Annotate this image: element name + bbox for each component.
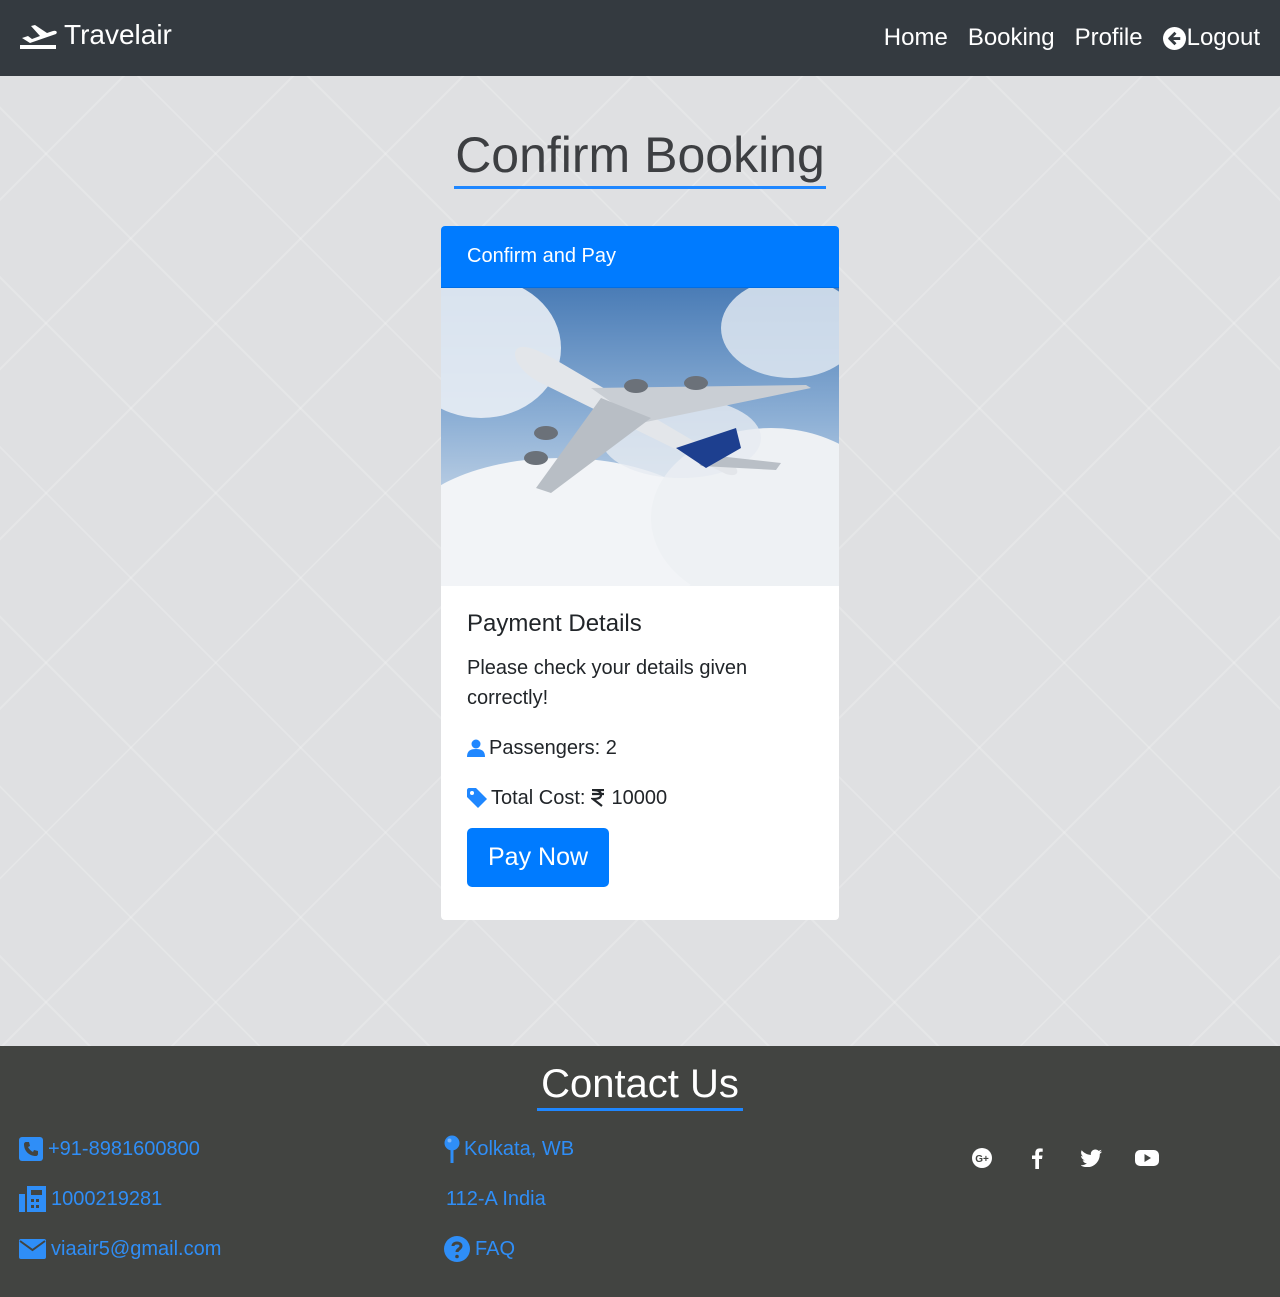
- twitter-icon[interactable]: [1078, 1146, 1106, 1170]
- google-plus-icon[interactable]: G+: [968, 1146, 996, 1170]
- airplane-image: [441, 288, 839, 586]
- tag-icon: [467, 788, 487, 808]
- logout-label: Logout: [1186, 24, 1260, 51]
- contact-column: +91-8981600800 1000219281 viaair5@gmail.…: [19, 1134, 221, 1284]
- nav-links: Home Booking Profile Logout: [864, 24, 1260, 52]
- fax-link[interactable]: 1000219281: [19, 1184, 221, 1214]
- passengers-row: Passengers: 2: [467, 733, 813, 763]
- nav-home-link[interactable]: Home: [884, 24, 948, 52]
- social-links: G+: [968, 1146, 1161, 1170]
- city-text: Kolkata, WB: [464, 1137, 575, 1160]
- footer-title-wrap: Contact Us: [0, 1061, 1280, 1111]
- page-title: Confirm Booking: [454, 126, 826, 189]
- location-column: Kolkata, WB 112-A India FAQ: [444, 1134, 574, 1284]
- footer-title: Contact Us: [537, 1061, 743, 1111]
- total-cost-row: Total Cost: 10000: [467, 783, 813, 813]
- nav-logout-link[interactable]: Logout: [1162, 24, 1260, 52]
- arrow-circle-left-icon: [1162, 26, 1186, 50]
- card-text: Please check your details given correctl…: [467, 657, 748, 709]
- total-cost-label: Total Cost:: [491, 786, 586, 809]
- plane-icon: [20, 25, 57, 49]
- pay-now-button[interactable]: Pay Now: [467, 828, 610, 887]
- city-link[interactable]: Kolkata, WB: [444, 1134, 574, 1164]
- email-link[interactable]: viaair5@gmail.com: [19, 1234, 221, 1264]
- card-header: Confirm and Pay: [441, 226, 839, 288]
- user-icon: [467, 739, 485, 757]
- address-text: 112-A India: [446, 1187, 546, 1210]
- payment-card: Confirm and Pay Payment Details Please c…: [441, 226, 839, 920]
- brand-link[interactable]: Travelair: [20, 19, 172, 51]
- facebook-icon[interactable]: [1023, 1146, 1051, 1170]
- navbar: Travelair Home Booking Profile Logout: [0, 0, 1280, 76]
- address-link[interactable]: 112-A India: [444, 1184, 574, 1214]
- rupee-icon: [591, 789, 605, 807]
- card-title: Payment Details: [467, 610, 642, 637]
- fax-icon: [19, 1186, 46, 1212]
- youtube-icon[interactable]: [1133, 1146, 1161, 1170]
- envelope-icon: [19, 1239, 46, 1259]
- fax-text: 1000219281: [51, 1187, 163, 1210]
- footer: Contact Us +91-8981600800 1000219281 via…: [0, 1046, 1280, 1297]
- faq-text: FAQ: [475, 1237, 516, 1260]
- phone-text: +91-8981600800: [48, 1137, 200, 1160]
- phone-link[interactable]: +91-8981600800: [19, 1134, 221, 1164]
- brand-name: Travelair: [64, 19, 172, 50]
- phone-icon: [19, 1137, 43, 1161]
- question-circle-icon: [444, 1236, 470, 1262]
- total-cost-value: 10000: [611, 786, 668, 809]
- nav-profile-link[interactable]: Profile: [1075, 24, 1143, 52]
- nav-booking-link[interactable]: Booking: [968, 24, 1055, 52]
- faq-link[interactable]: FAQ: [444, 1234, 574, 1264]
- card-body: Payment Details Please check your detail…: [441, 586, 839, 911]
- svg-text:G+: G+: [975, 1154, 989, 1165]
- passengers-text: Passengers: 2: [489, 736, 617, 759]
- email-text: viaair5@gmail.com: [51, 1237, 222, 1260]
- page-title-wrap: Confirm Booking: [0, 126, 1280, 189]
- map-pin-icon: [444, 1135, 460, 1163]
